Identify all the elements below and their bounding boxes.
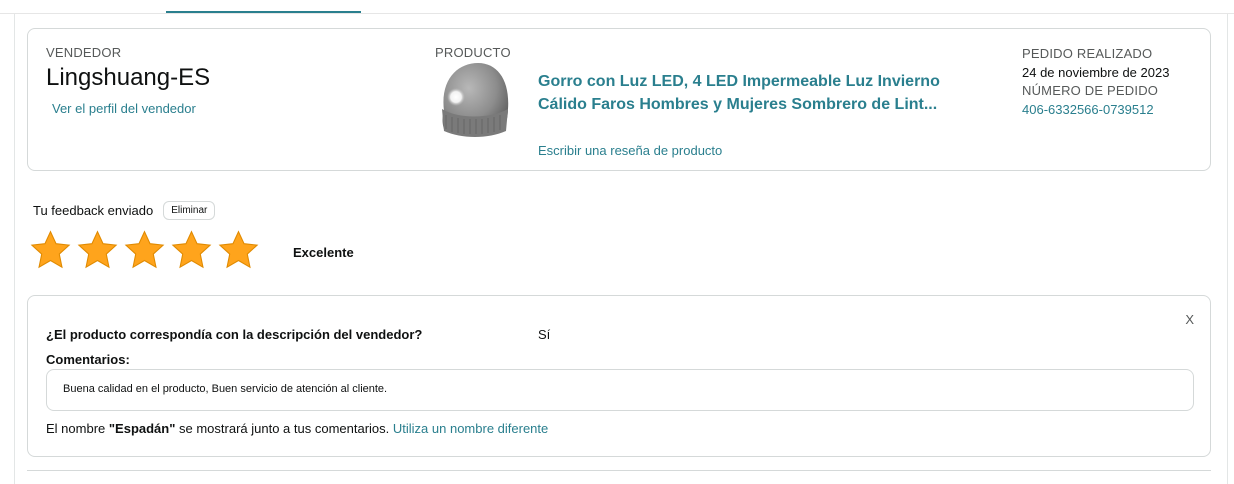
order-number-link[interactable]: 406-6332566-0739512 [1022, 102, 1154, 117]
order-info-section: PEDIDO REALIZADO 24 de noviembre de 2023… [1022, 45, 1202, 119]
seller-name: Lingshuang-ES [46, 64, 211, 91]
bottom-divider [27, 470, 1211, 471]
star-icon[interactable] [29, 229, 72, 272]
delete-feedback-button[interactable]: Eliminar [163, 201, 216, 220]
star-rating[interactable] [29, 229, 260, 272]
description-question: ¿El producto correspondía con la descrip… [46, 327, 423, 342]
order-placed-label: PEDIDO REALIZADO [1022, 46, 1153, 61]
active-tab-indicator [166, 11, 361, 13]
feedback-header: Tu feedback enviado Eliminar [33, 201, 216, 220]
display-name-note: El nombre "Espadán" se mostrará junto a … [46, 421, 548, 436]
product-label: PRODUCTO [435, 45, 511, 60]
rating-label: Excelente [293, 245, 354, 260]
write-review-link[interactable]: Escribir una reseña de producto [538, 143, 722, 158]
comments-text: Buena calidad en el producto, Buen servi… [63, 383, 388, 395]
order-date: 24 de noviembre de 2023 [1022, 65, 1170, 80]
description-answer: Sí [538, 327, 551, 342]
order-summary-card: VENDEDOR Lingshuang-ES Ver el perfil del… [27, 28, 1211, 171]
product-image[interactable] [436, 59, 512, 139]
star-icon[interactable] [76, 229, 119, 272]
star-icon[interactable] [217, 229, 260, 272]
name-suffix: se mostrará junto a tus comentarios. [175, 421, 390, 436]
seller-profile-link[interactable]: Ver el perfil del vendedor [52, 101, 196, 116]
seller-label: VENDEDOR [46, 45, 122, 60]
comments-label: Comentarios: [46, 352, 130, 367]
product-title-link[interactable]: Gorro con Luz LED, 4 LED Impermeable Luz… [538, 70, 958, 116]
feedback-details-card: X ¿El producto correspondía con la descr… [27, 295, 1211, 457]
star-icon[interactable] [170, 229, 213, 272]
display-name: "Espadán" [108, 421, 176, 436]
product-section: PRODUCTO [435, 45, 511, 60]
comments-text-box[interactable]: Buena calidad en el producto, Buen servi… [46, 369, 1194, 411]
name-prefix: El nombre [46, 421, 109, 436]
close-icon[interactable]: X [1185, 312, 1194, 327]
star-icon[interactable] [123, 229, 166, 272]
feedback-sent-label: Tu feedback enviado [33, 203, 154, 218]
seller-section: VENDEDOR Lingshuang-ES [46, 45, 210, 92]
order-number-label: NÚMERO DE PEDIDO [1022, 83, 1159, 98]
use-different-name-link[interactable]: Utiliza un nombre diferente [393, 421, 548, 436]
